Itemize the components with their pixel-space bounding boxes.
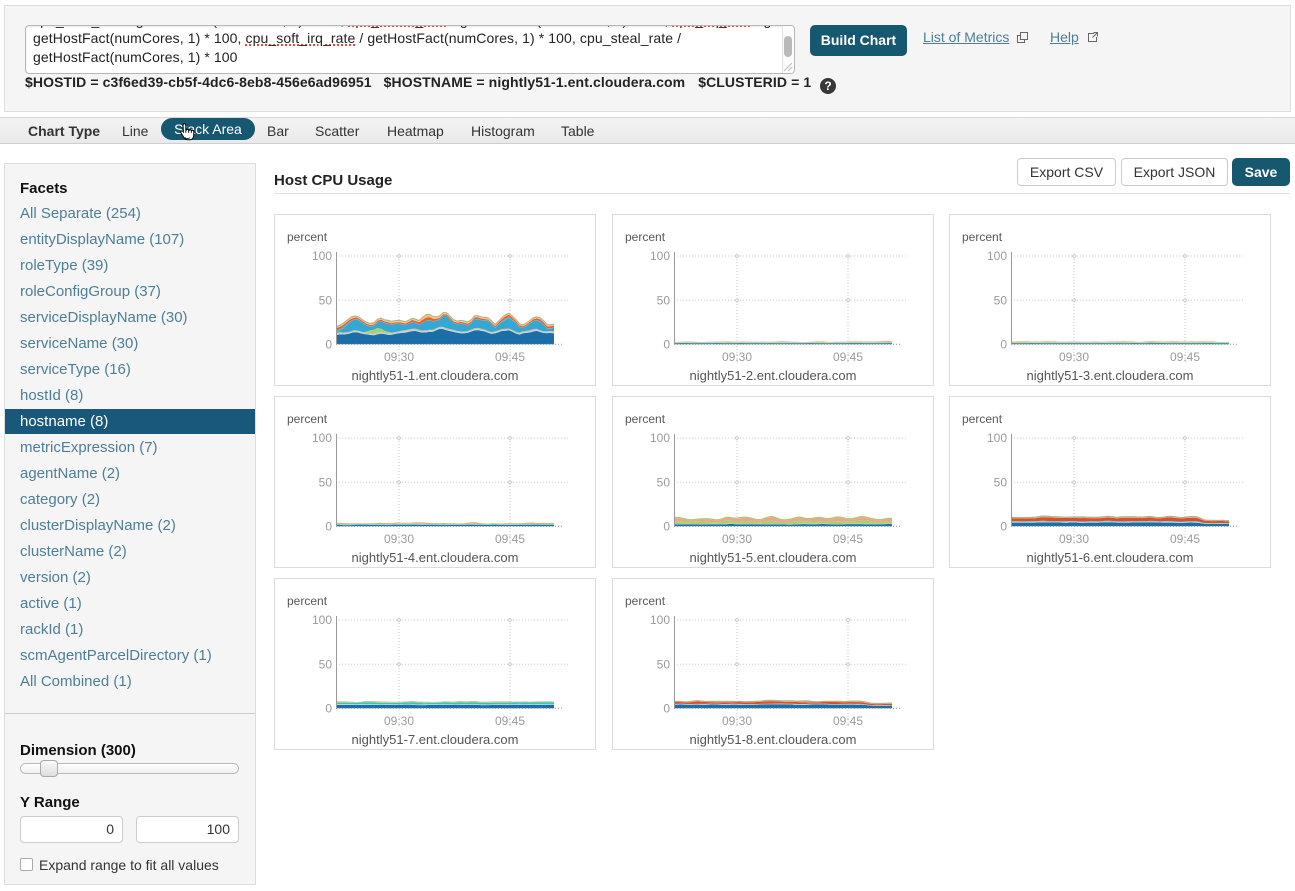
svg-text:nightly51-3.ent.cloudera.com: nightly51-3.ent.cloudera.com	[1027, 368, 1194, 383]
svg-text:percent: percent	[625, 230, 666, 244]
svg-text:100: 100	[312, 249, 332, 263]
svg-text:09:30: 09:30	[722, 714, 752, 728]
svg-text:0: 0	[325, 702, 332, 716]
svg-text:100: 100	[312, 613, 332, 627]
svg-text:09:30: 09:30	[722, 350, 752, 364]
svg-text:50: 50	[657, 658, 671, 672]
svg-text:nightly51-1.ent.cloudera.com: nightly51-1.ent.cloudera.com	[352, 368, 519, 383]
svg-text:0: 0	[663, 702, 670, 716]
svg-text:0: 0	[663, 520, 670, 534]
svg-text:100: 100	[312, 431, 332, 445]
svg-text:100: 100	[987, 431, 1007, 445]
svg-text:50: 50	[657, 476, 671, 490]
svg-text:09:45: 09:45	[1170, 532, 1200, 546]
svg-text:0: 0	[1000, 520, 1007, 534]
svg-text:0: 0	[325, 338, 332, 352]
svg-text:09:45: 09:45	[833, 714, 863, 728]
svg-text:50: 50	[657, 294, 671, 308]
svg-text:09:30: 09:30	[384, 350, 414, 364]
svg-text:09:30: 09:30	[722, 532, 752, 546]
svg-text:nightly51-8.ent.cloudera.com: nightly51-8.ent.cloudera.com	[690, 732, 857, 747]
svg-text:09:45: 09:45	[495, 532, 525, 546]
svg-text:percent: percent	[287, 594, 328, 608]
svg-text:09:30: 09:30	[1059, 350, 1089, 364]
svg-text:percent: percent	[625, 594, 666, 608]
svg-text:09:30: 09:30	[1059, 532, 1089, 546]
svg-text:nightly51-4.ent.cloudera.com: nightly51-4.ent.cloudera.com	[352, 550, 519, 565]
svg-text:nightly51-5.ent.cloudera.com: nightly51-5.ent.cloudera.com	[690, 550, 857, 565]
svg-text:0: 0	[663, 338, 670, 352]
svg-text:percent: percent	[962, 412, 1003, 426]
svg-text:50: 50	[319, 658, 333, 672]
svg-text:09:30: 09:30	[384, 714, 414, 728]
svg-text:percent: percent	[962, 230, 1003, 244]
svg-text:09:45: 09:45	[495, 714, 525, 728]
svg-text:nightly51-2.ent.cloudera.com: nightly51-2.ent.cloudera.com	[690, 368, 857, 383]
svg-text:0: 0	[1000, 338, 1007, 352]
svg-text:100: 100	[650, 613, 670, 627]
svg-text:percent: percent	[287, 230, 328, 244]
svg-text:09:45: 09:45	[1170, 350, 1200, 364]
svg-text:100: 100	[650, 249, 670, 263]
svg-text:nightly51-6.ent.cloudera.com: nightly51-6.ent.cloudera.com	[1027, 550, 1194, 565]
svg-text:09:45: 09:45	[833, 532, 863, 546]
svg-text:50: 50	[994, 294, 1008, 308]
svg-text:percent: percent	[287, 412, 328, 426]
svg-text:100: 100	[987, 249, 1007, 263]
svg-text:0: 0	[325, 520, 332, 534]
svg-text:09:45: 09:45	[833, 350, 863, 364]
svg-text:percent: percent	[625, 412, 666, 426]
svg-text:50: 50	[319, 476, 333, 490]
svg-text:09:30: 09:30	[384, 532, 414, 546]
svg-text:100: 100	[650, 431, 670, 445]
svg-text:50: 50	[994, 476, 1008, 490]
svg-text:nightly51-7.ent.cloudera.com: nightly51-7.ent.cloudera.com	[352, 732, 519, 747]
svg-text:09:45: 09:45	[495, 350, 525, 364]
svg-text:50: 50	[319, 294, 333, 308]
